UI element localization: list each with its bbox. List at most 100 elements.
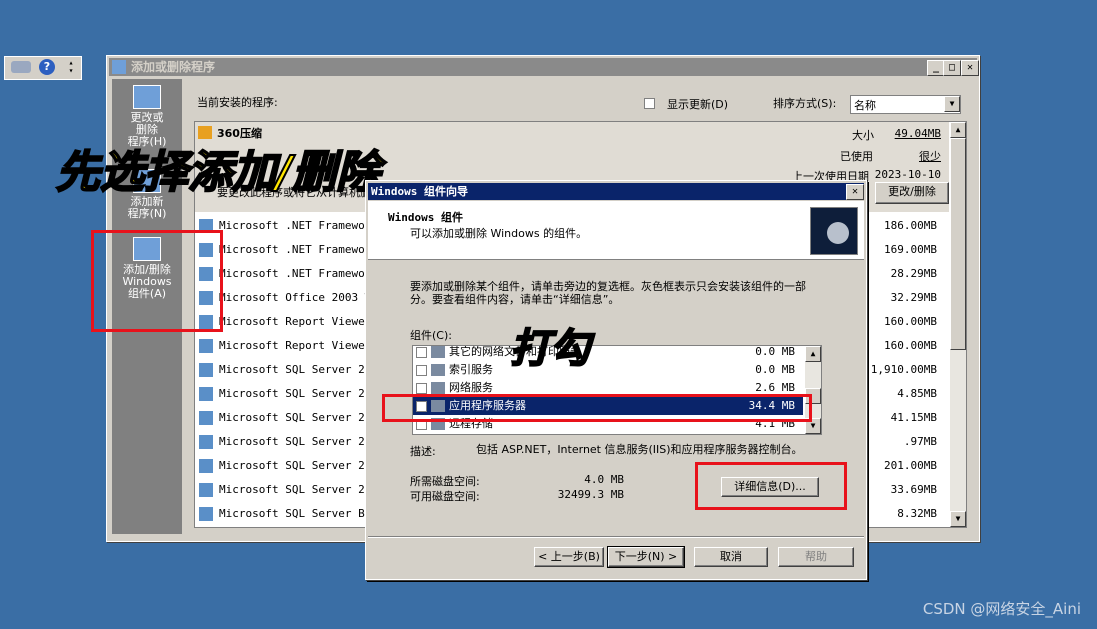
program-name: Microsoft SQL Server 2008 xyxy=(219,411,385,424)
dialog-subheading: 可以添加或删除 Windows 的组件。 xyxy=(410,227,588,240)
program-icon xyxy=(199,459,213,473)
component-icon xyxy=(431,382,445,394)
program-size: 160.00MB xyxy=(884,315,937,328)
dialog-title: Windows 组件向导 xyxy=(371,185,468,198)
disk-available-label: 可用磁盘空间: xyxy=(410,490,480,503)
installed-programs-label: 当前安装的程序: xyxy=(197,96,278,109)
scroll-down-icon[interactable]: ▼ xyxy=(950,511,966,527)
component-icon xyxy=(431,364,445,376)
program-name: Microsoft SQL Server 2008 xyxy=(219,363,385,376)
component-row[interactable]: 索引服务 0.0 MB xyxy=(413,361,803,379)
component-checkbox[interactable] xyxy=(416,383,427,394)
program-name: Microsoft Report Viewer R xyxy=(219,315,385,328)
used-value[interactable]: 很少 xyxy=(919,148,941,164)
component-icon xyxy=(431,346,445,358)
program-size: 201.00MB xyxy=(884,459,937,472)
component-checkbox[interactable] xyxy=(416,347,427,358)
cd-box-icon xyxy=(810,207,858,255)
program-name: Microsoft SQL Server 2008 xyxy=(219,483,385,496)
scroll-up-icon[interactable]: ▲ xyxy=(805,346,821,362)
program-name: Microsoft SQL Server Brow xyxy=(219,507,385,520)
dialog-instructions: 要添加或删除某个组件，请单击旁边的复选框。灰色框表示只会安装该组件的一部分。要查… xyxy=(410,280,806,306)
annotation-step2: 打勾 xyxy=(509,325,591,373)
chevron-down-icon[interactable]: ▼ xyxy=(944,96,960,112)
size-label: 大小 xyxy=(852,129,874,142)
program-size: 28.29MB xyxy=(890,267,937,280)
disk-required-label: 所需磁盘空间: xyxy=(410,475,480,488)
highlight-box-component xyxy=(382,394,812,422)
program-icon xyxy=(199,387,213,401)
window-title: 添加或删除程序 xyxy=(131,60,216,74)
program-size: 4.85MB xyxy=(897,387,937,400)
change-remove-icon xyxy=(133,85,161,109)
help-icon[interactable]: ? xyxy=(39,59,55,75)
annotation-step1: 先选择添加/删除 xyxy=(55,146,381,199)
program-name: Microsoft .NET Framework xyxy=(219,219,378,232)
maximize-button[interactable]: □ xyxy=(943,60,961,76)
show-updates-checkbox[interactable] xyxy=(644,98,655,109)
mini-toolbar: ? ▴ ▾ xyxy=(4,56,82,80)
program-name: Microsoft SQL Server 2008 xyxy=(219,459,385,472)
program-icon xyxy=(199,363,213,377)
window-app-icon xyxy=(112,60,126,74)
program-name: Microsoft SQL Server 2008 xyxy=(219,435,385,448)
sort-select[interactable]: 名称 ▼ xyxy=(850,95,961,114)
dialog-header: Windows 组件 可以添加或删除 Windows 的组件。 xyxy=(368,201,864,260)
used-label: 已使用 xyxy=(840,150,873,163)
description-label: 描述: xyxy=(410,445,436,458)
program-size: .97MB xyxy=(903,435,937,448)
scroll-up-icon[interactable]: ▲ xyxy=(950,122,966,138)
next-button[interactable]: 下一步(N) > xyxy=(607,546,685,568)
size-value[interactable]: 49.04MB xyxy=(895,127,941,140)
program-name: Microsoft .NET Framework xyxy=(219,267,378,280)
disk-required-value: 4.0 MB xyxy=(584,473,624,486)
watermark-text: CSDN @网络安全_Aini xyxy=(922,600,1081,618)
program-size: 33.69MB xyxy=(890,483,937,496)
spinner-icon[interactable]: ▴ ▾ xyxy=(65,59,77,75)
dialog-close-button[interactable]: ✕ xyxy=(846,184,864,200)
last-used-value: 2023-10-10 xyxy=(874,168,941,181)
program-size: 160.00MB xyxy=(884,339,937,352)
description-value: 包括 ASP.NET，Internet 信息服务(IIS)和应用程序服务器控制台… xyxy=(476,443,803,456)
program-icon xyxy=(199,411,213,425)
window-titlebar[interactable]: 添加或删除程序 _ □ ✕ xyxy=(109,58,979,76)
program-size: 8.32MB xyxy=(897,507,937,520)
highlight-box-sidebar xyxy=(91,230,223,332)
program-size: 169.00MB xyxy=(884,243,937,256)
scroll-thumb[interactable] xyxy=(950,138,966,350)
program-icon xyxy=(199,339,213,353)
component-row[interactable]: 其它的网络文件和打印服务 0.0 MB xyxy=(413,345,803,361)
components-label: 组件(C): xyxy=(410,329,452,342)
highlight-box-details xyxy=(695,462,847,510)
component-size: 0.0 MB xyxy=(755,345,795,358)
back-button[interactable]: < 上一步(B) xyxy=(534,547,604,567)
cancel-button[interactable]: 取消 xyxy=(694,547,768,567)
component-name: 索引服务 xyxy=(449,363,493,376)
dialog-titlebar[interactable]: Windows 组件向导 ✕ xyxy=(368,183,864,200)
program-name: Microsoft SQL Server 2008 xyxy=(219,387,385,400)
program-name: Microsoft Office 2003 Web xyxy=(219,291,385,304)
program-name: Microsoft .NET Framework xyxy=(219,243,378,256)
dialog-heading: Windows 组件 xyxy=(388,211,463,224)
program-size: 32.29MB xyxy=(890,291,937,304)
program-size: 41.15MB xyxy=(890,411,937,424)
change-remove-button[interactable]: 更改/删除 xyxy=(875,182,949,204)
show-updates-label[interactable]: 显示更新(D) xyxy=(667,96,728,112)
program-size: 186.00MB xyxy=(884,219,937,232)
program-list-scrollbar[interactable]: ▲ ▼ xyxy=(950,122,966,527)
sort-select-value: 名称 xyxy=(854,99,876,112)
disk-available-value: 32499.3 MB xyxy=(557,488,624,501)
component-checkbox[interactable] xyxy=(416,365,427,376)
help-button[interactable]: 帮助 xyxy=(778,547,854,567)
close-button[interactable]: ✕ xyxy=(961,60,979,76)
components-wizard-dialog: Windows 组件向导 ✕ Windows 组件 可以添加或删除 Window… xyxy=(365,180,867,580)
program-name: Microsoft Report Viewer R xyxy=(219,339,385,352)
program-icon xyxy=(199,507,213,521)
dialog-divider xyxy=(368,536,864,538)
program-size: 1,910.00MB xyxy=(870,363,937,376)
program-icon xyxy=(199,483,213,497)
keyboard-icon[interactable] xyxy=(11,61,31,73)
component-size: 0.0 MB xyxy=(755,363,795,376)
program-icon xyxy=(199,435,213,449)
sort-label: 排序方式(S): xyxy=(773,97,837,110)
